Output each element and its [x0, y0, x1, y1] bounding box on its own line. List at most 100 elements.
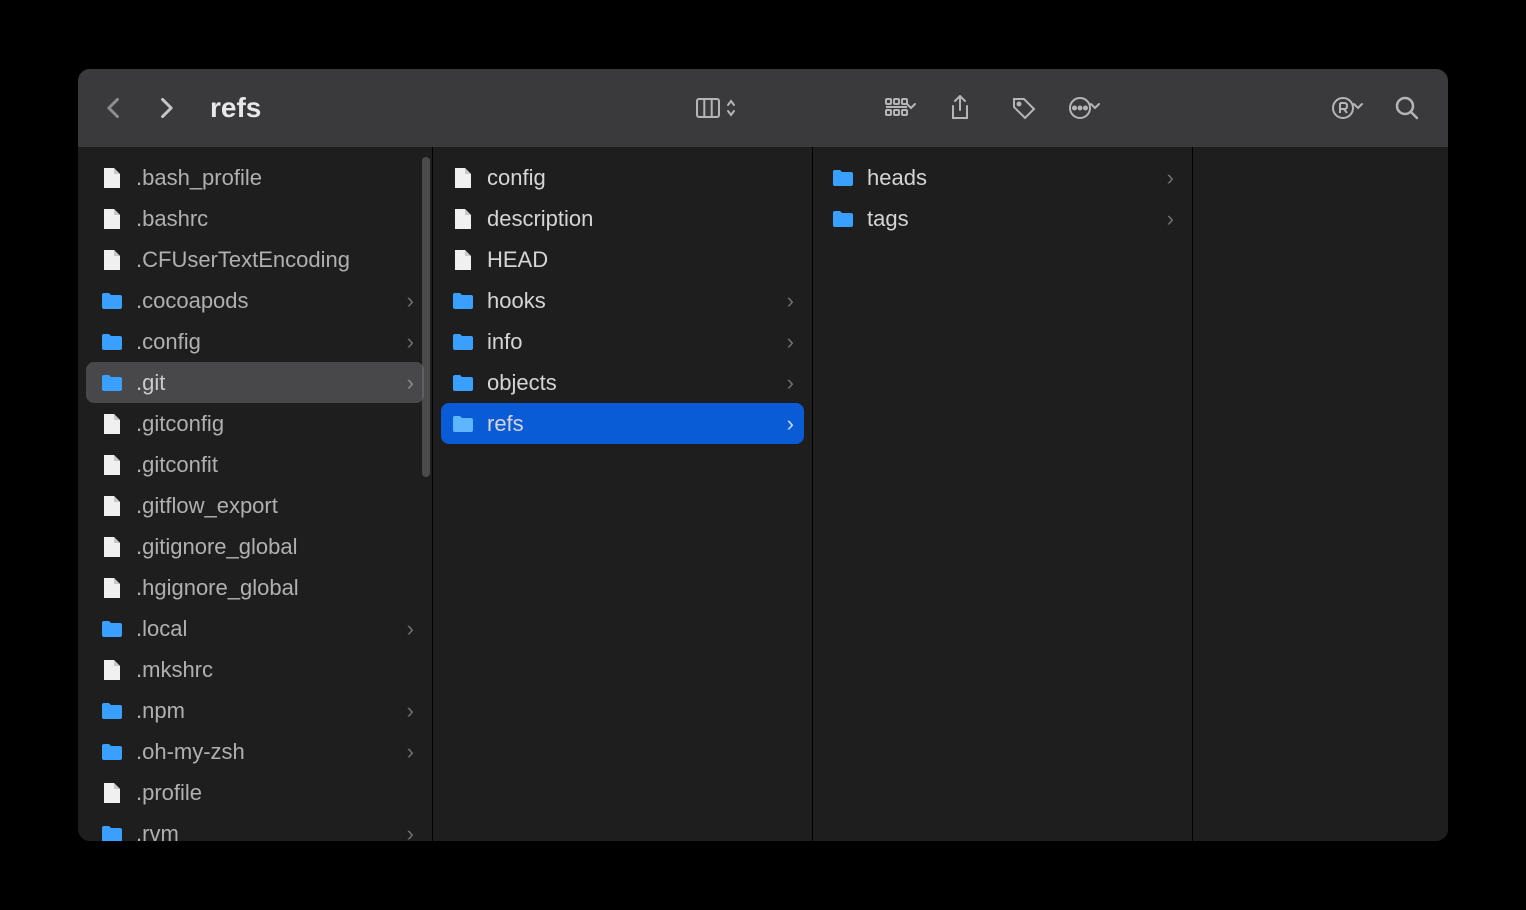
- chevron-right-icon: ›: [407, 329, 414, 355]
- chevron-down-icon: [1352, 99, 1364, 117]
- list-item[interactable]: refs›: [441, 403, 804, 444]
- finder-window: refs: [78, 69, 1448, 841]
- list-item[interactable]: info›: [441, 321, 804, 362]
- list-item[interactable]: .gitconfit: [86, 444, 424, 485]
- list-item[interactable]: .git›: [86, 362, 424, 403]
- folder-icon: [451, 371, 475, 395]
- item-label: .hgignore_global: [136, 575, 414, 601]
- list-item[interactable]: tags›: [821, 198, 1184, 239]
- file-icon: [100, 207, 124, 231]
- list-item[interactable]: .cocoapods›: [86, 280, 424, 321]
- list-item[interactable]: .CFUserTextEncoding: [86, 239, 424, 280]
- file-icon: [100, 658, 124, 682]
- tag-icon: [1011, 95, 1037, 121]
- chevron-down-icon: [1089, 99, 1101, 117]
- view-columns-button[interactable]: [695, 87, 737, 129]
- folder-icon: [831, 166, 855, 190]
- chevron-right-icon: ›: [407, 698, 414, 724]
- list-item[interactable]: hooks›: [441, 280, 804, 321]
- item-label: description: [487, 206, 794, 232]
- item-label: .bash_profile: [136, 165, 414, 191]
- item-label: .gitconfig: [136, 411, 414, 437]
- columns-icon: [695, 95, 721, 121]
- list-item[interactable]: heads›: [821, 157, 1184, 198]
- item-label: .config: [136, 329, 401, 355]
- actions-button[interactable]: [1067, 87, 1101, 129]
- file-icon: [451, 166, 475, 190]
- share-button[interactable]: [939, 87, 981, 129]
- tags-button[interactable]: [1003, 87, 1045, 129]
- scrollbar[interactable]: [422, 157, 430, 477]
- folder-icon: [100, 822, 124, 842]
- list-item[interactable]: .local›: [86, 608, 424, 649]
- group-button[interactable]: [883, 87, 917, 129]
- file-icon: [100, 576, 124, 600]
- nav-group: [98, 92, 182, 124]
- file-icon: [451, 248, 475, 272]
- list-item[interactable]: config: [441, 157, 804, 198]
- item-label: .profile: [136, 780, 414, 806]
- item-label: .cocoapods: [136, 288, 401, 314]
- folder-icon: [451, 412, 475, 436]
- item-label: HEAD: [487, 247, 794, 273]
- file-icon: [100, 453, 124, 477]
- column-3[interactable]: [1193, 147, 1448, 841]
- column-0[interactable]: .bash_profile .bashrc .CFUserTextEncoding.…: [78, 147, 433, 841]
- column-1[interactable]: configdescriptionHEADhooks›info›objects›…: [433, 147, 813, 841]
- item-label: .mkshrc: [136, 657, 414, 683]
- list-item[interactable]: .gitignore_global: [86, 526, 424, 567]
- item-label: .CFUserTextEncoding: [136, 247, 414, 273]
- list-item[interactable]: objects›: [441, 362, 804, 403]
- chevron-right-icon: ›: [787, 329, 794, 355]
- folder-icon: [100, 330, 124, 354]
- list-item[interactable]: .gitconfig: [86, 403, 424, 444]
- list-item[interactable]: .oh-my-zsh›: [86, 731, 424, 772]
- chevron-right-icon: ›: [787, 288, 794, 314]
- item-label: heads: [867, 165, 1161, 191]
- search-icon: [1394, 95, 1420, 121]
- folder-icon: [100, 617, 124, 641]
- item-label: config: [487, 165, 794, 191]
- file-icon: [451, 207, 475, 231]
- item-label: .oh-my-zsh: [136, 739, 401, 765]
- item-label: .bashrc: [136, 206, 414, 232]
- item-label: info: [487, 329, 781, 355]
- list-item[interactable]: .gitflow_export: [86, 485, 424, 526]
- folder-icon: [451, 289, 475, 313]
- item-label: .rvm: [136, 821, 401, 842]
- list-item[interactable]: .profile: [86, 772, 424, 813]
- registered-button[interactable]: [1330, 87, 1364, 129]
- folder-icon: [451, 330, 475, 354]
- folder-icon: [100, 371, 124, 395]
- chevron-right-icon: ›: [787, 370, 794, 396]
- chevron-right-icon: [157, 96, 175, 120]
- list-item[interactable]: description: [441, 198, 804, 239]
- search-button[interactable]: [1386, 87, 1428, 129]
- chevron-right-icon: ›: [407, 739, 414, 765]
- column-browser: .bash_profile .bashrc .CFUserTextEncoding.…: [78, 147, 1448, 841]
- chevron-right-icon: ›: [787, 411, 794, 437]
- up-down-chevron-icon: [725, 98, 737, 118]
- list-item[interactable]: .npm›: [86, 690, 424, 731]
- back-button[interactable]: [98, 92, 130, 124]
- list-item[interactable]: .mkshrc: [86, 649, 424, 690]
- forward-button[interactable]: [150, 92, 182, 124]
- item-label: tags: [867, 206, 1161, 232]
- list-item[interactable]: .bash_profile: [86, 157, 424, 198]
- column-2[interactable]: heads›tags›: [813, 147, 1193, 841]
- item-label: refs: [487, 411, 781, 437]
- file-icon: [100, 248, 124, 272]
- list-item[interactable]: .hgignore_global: [86, 567, 424, 608]
- list-item[interactable]: .bashrc: [86, 198, 424, 239]
- list-item[interactable]: .rvm ›: [86, 813, 424, 841]
- chevron-right-icon: ›: [407, 821, 414, 842]
- chevron-right-icon: ›: [407, 370, 414, 396]
- folder-icon: [100, 699, 124, 723]
- item-label: .gitconfit: [136, 452, 414, 478]
- list-item[interactable]: HEAD: [441, 239, 804, 280]
- item-label: .local: [136, 616, 401, 642]
- chevron-right-icon: ›: [407, 616, 414, 642]
- list-item[interactable]: .config›: [86, 321, 424, 362]
- chevron-down-icon: [905, 99, 917, 117]
- file-icon: [100, 166, 124, 190]
